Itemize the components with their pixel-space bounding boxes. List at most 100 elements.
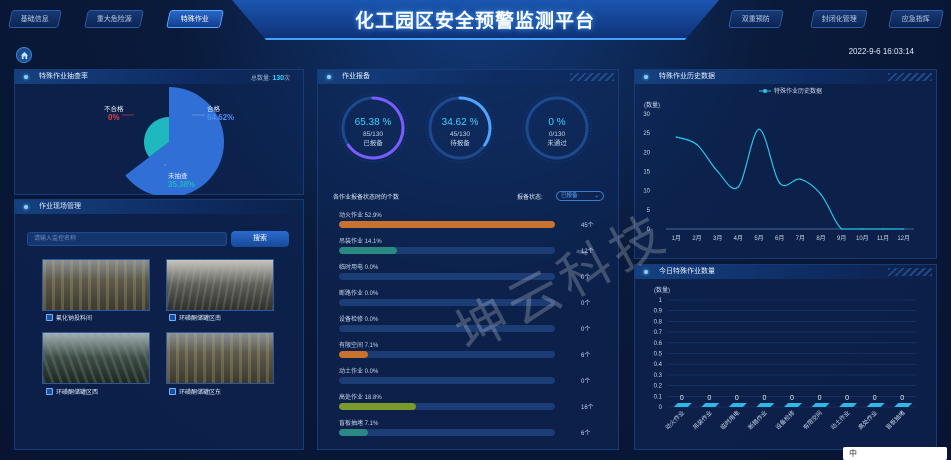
x-tick-label: 临时用电 (719, 409, 742, 432)
gauge-percent: 34.62 % (442, 117, 479, 128)
header: 化工园区安全预警监测平台 基础信息 重大危险源 特殊作业 双重预防 封闭化管理 … (0, 0, 951, 42)
x-tick-label: 吊装作业 (691, 409, 714, 432)
camera-label[interactable]: 环磺酮储罐区南 (169, 313, 221, 322)
data-point (840, 228, 843, 230)
gauge-percent: 0 % (548, 117, 565, 128)
bar (728, 403, 747, 407)
camera-feed[interactable] (166, 259, 274, 311)
x-tick-label: 5月 (754, 235, 763, 242)
data-point (820, 193, 822, 196)
bar-count: 6个 (581, 353, 591, 359)
bar-fill (339, 221, 555, 228)
camera-label[interactable]: 环磺酮储罐区西 (46, 387, 98, 396)
bar-track (339, 247, 555, 254)
bar-track (339, 221, 555, 228)
bar-track (339, 351, 555, 358)
x-tick-label: 盲板抽堵 (884, 409, 907, 432)
data-point (861, 228, 864, 230)
bar (839, 403, 858, 407)
data-point (758, 128, 760, 131)
camera-feed[interactable] (42, 332, 150, 384)
camera-label[interactable]: 环磺酮储罐区东 (169, 387, 221, 396)
report-subtitle: 各作业报备状态时的个数 (333, 195, 400, 201)
bar-fill (339, 403, 416, 410)
x-tick-label: 7月 (796, 235, 805, 242)
gauge-percent: 65.38 % (355, 117, 392, 128)
y-tick-label: 0.5 (654, 352, 663, 358)
data-point (778, 182, 781, 184)
x-tick-label: 1月 (672, 235, 681, 242)
y-axis-label: (数量) (654, 286, 670, 294)
x-tick-label: 动土作业 (829, 409, 852, 432)
bar-label: 有限空间 7.1% (339, 343, 379, 349)
nav-major-hazard[interactable]: 重大危险源 (84, 10, 144, 28)
bar-value-label: 0 (845, 395, 849, 402)
camera-feed[interactable] (42, 259, 150, 311)
bar-count: 16个 (581, 405, 594, 411)
camera-feed[interactable] (166, 332, 274, 384)
page-title: 化工园区安全预警监测平台 (354, 11, 595, 32)
nav-dual-prevention[interactable]: 双重预防 (728, 10, 784, 28)
y-tick-label: 0 (659, 405, 663, 411)
home-button[interactable] (16, 47, 32, 63)
camera-icon (169, 314, 176, 321)
pass-rate-pie: 合格64.62% 不合格0% 未抽查35.38% (104, 87, 234, 195)
gauge-tick-ring (522, 93, 592, 163)
bar-value-label: 0 (873, 395, 877, 402)
y-tick-label: 1 (659, 298, 663, 304)
pie-value: 0% (108, 113, 120, 122)
x-tick-label: 有限空间 (801, 409, 824, 432)
y-tick-label: 0.2 (654, 384, 663, 390)
data-point (799, 178, 802, 180)
status-select[interactable]: 已报备 ⌄ (556, 191, 604, 201)
bar-value-label: 0 (790, 395, 794, 402)
y-tick-label: 15 (643, 170, 650, 176)
bar (894, 403, 913, 407)
data-point (737, 186, 740, 188)
bar-label: 动土作业 0.0% (339, 369, 379, 375)
bar-fill (339, 247, 397, 254)
pie-label: 未抽查 (168, 171, 188, 180)
bar-label: 断路作业 0.0% (339, 291, 379, 297)
x-tick-label: 高处作业 (856, 409, 879, 432)
bar-label: 设备检修 0.0% (339, 317, 379, 323)
x-tick-label: 8月 (816, 235, 825, 242)
data-point (696, 143, 698, 146)
bar-value-label: 0 (707, 395, 711, 402)
gauge-arc (346, 96, 405, 160)
bar-value-label: 0 (762, 395, 766, 402)
gauge-tick-ring (338, 93, 408, 163)
data-point (675, 136, 678, 138)
x-tick-label: 设备检修 (774, 409, 797, 432)
bar-label: 吊装作业 14.1% (339, 239, 382, 245)
bar-count: 0个 (581, 379, 591, 385)
nav-special-work[interactable]: 特殊作业 (166, 10, 224, 28)
nav-basic-info[interactable]: 基础信息 (8, 10, 62, 28)
camera-icon (169, 388, 176, 395)
data-point (882, 228, 884, 230)
bar (756, 403, 775, 407)
nav-closed-management[interactable]: 封闭化管理 (810, 10, 868, 28)
datetime: 2022-9-6 16:03:14 (848, 47, 914, 56)
gauge-label: 已报备 (363, 138, 383, 147)
search-button[interactable]: 搜索 (231, 231, 289, 247)
data-point (902, 228, 905, 230)
nav-emergency-command[interactable]: 应急指挥 (888, 10, 944, 28)
gauge-label: 待报备 (450, 138, 470, 147)
ime-toolbar[interactable]: 中 (843, 447, 947, 460)
status-label: 报备状态: (517, 195, 543, 201)
today-bar-chart: (数量)00.10.20.30.40.50.60.70.80.910动火作业0吊… (654, 286, 916, 432)
bar-track (339, 403, 555, 410)
bar (866, 403, 885, 407)
gauge-tick-ring (425, 93, 495, 163)
y-tick-label: 0.3 (654, 373, 663, 379)
x-tick-label: 10月 (856, 235, 869, 242)
home-icon (20, 51, 28, 59)
pie-label: 不合格 (104, 104, 124, 113)
bar-track (339, 377, 555, 384)
bar-track (339, 429, 555, 436)
bar-label: 高处作业 18.8% (339, 395, 382, 401)
camera-search-input[interactable]: 请输入监控名称 (27, 232, 227, 246)
camera-label[interactable]: 氟化钠投料间 (46, 313, 92, 322)
y-tick-label: 0.9 (654, 309, 663, 315)
